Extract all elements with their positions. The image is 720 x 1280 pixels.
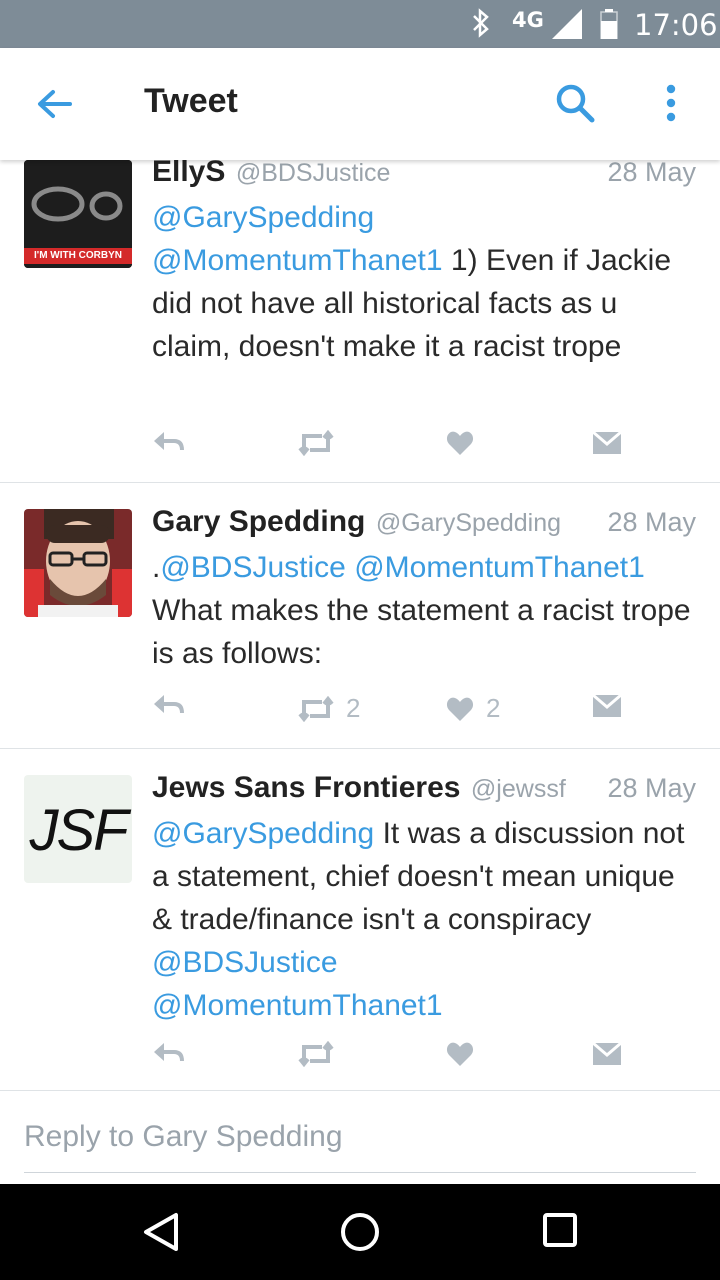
like-icon[interactable]: 2 — [446, 693, 500, 724]
tweet-header: Gary Spedding @GarySpedding 28 May — [152, 505, 696, 545]
more-options-icon[interactable] — [664, 82, 678, 129]
direct-message-icon[interactable] — [592, 430, 622, 456]
back-arrow-icon[interactable] — [34, 84, 74, 129]
avatar-logo-text: JSF — [29, 798, 128, 863]
tweet-actions: 2 2 — [152, 693, 672, 733]
avatar-caption: I'M WITH CORBYN — [34, 250, 122, 261]
like-count: 2 — [486, 693, 501, 723]
retweet-count: 2 — [346, 693, 361, 723]
search-icon[interactable] — [554, 82, 596, 129]
mention-link[interactable]: @GarySpedding — [152, 817, 374, 850]
home-nav-icon[interactable] — [340, 1212, 380, 1257]
retweet-icon[interactable] — [298, 1041, 346, 1067]
avatar[interactable]: JSF — [24, 775, 132, 883]
like-icon[interactable] — [446, 430, 486, 456]
tweet-date: 28 May — [607, 773, 696, 803]
clock: 17:06 — [634, 8, 718, 42]
bluetooth-icon — [470, 8, 492, 45]
avatar[interactable]: I'M WITH CORBYN — [24, 160, 132, 268]
tweet-actions — [152, 430, 672, 470]
tweet-text: @GarySpedding It was a discussion not a … — [152, 812, 702, 1027]
signal-icon — [550, 8, 584, 45]
network-type: 4G — [512, 8, 544, 32]
reply-icon[interactable] — [152, 1041, 184, 1065]
mention-link[interactable]: @MomentumThanet1 — [354, 551, 645, 584]
author-handle[interactable]: @jewssf — [471, 775, 566, 803]
back-nav-icon[interactable] — [142, 1212, 180, 1257]
tweet-date: 28 May — [607, 507, 696, 537]
page-title: Tweet — [144, 82, 238, 120]
recents-nav-icon[interactable] — [542, 1212, 578, 1253]
author-handle[interactable]: @BDSJustice — [236, 159, 391, 187]
reply-icon[interactable] — [152, 430, 184, 454]
mention-link[interactable]: @BDSJustice — [152, 946, 338, 979]
tweet[interactable]: I'M WITH CORBYN EllyS @BDSJustice 28 May… — [0, 150, 720, 483]
tweet-actions — [152, 1041, 672, 1081]
mention-link[interactable]: @BDSJustice — [160, 551, 346, 584]
tweet-header: EllyS @BDSJustice 28 May — [152, 155, 696, 195]
direct-message-icon[interactable] — [592, 1041, 622, 1067]
direct-message-icon[interactable] — [592, 693, 622, 719]
tweet-text: @GarySpedding @MomentumThanet1 1) Even if… — [152, 196, 702, 368]
mention-link[interactable]: @MomentumThanet1 — [152, 989, 443, 1022]
tweet-text: .@BDSJustice @MomentumThanet1 What makes … — [152, 546, 702, 675]
tweet-date: 28 May — [607, 157, 696, 187]
author-handle[interactable]: @GarySpedding — [376, 509, 561, 537]
like-icon[interactable] — [446, 1041, 486, 1067]
retweet-icon[interactable]: 2 — [298, 693, 360, 724]
author-name[interactable]: Gary Spedding — [152, 505, 365, 538]
status-bar: 4G 17:06 — [0, 0, 720, 48]
mention-link[interactable]: @MomentumThanet1 — [152, 244, 443, 277]
reply-input[interactable]: Reply to Gary Spedding — [24, 1120, 696, 1173]
retweet-icon[interactable] — [298, 430, 346, 456]
reply-placeholder: Reply to Gary Spedding — [24, 1120, 343, 1153]
app-bar: Tweet — [0, 48, 720, 160]
tweet-feed: I'M WITH CORBYN EllyS @BDSJustice 28 May… — [0, 150, 720, 1091]
battery-icon — [600, 9, 618, 44]
tweet[interactable]: JSF Jews Sans Frontieres @jewssf 28 May … — [0, 749, 720, 1091]
system-nav-bar — [0, 1184, 720, 1280]
author-name[interactable]: Jews Sans Frontieres — [152, 771, 460, 804]
reply-icon[interactable] — [152, 693, 184, 717]
tweet[interactable]: Gary Spedding @GarySpedding 28 May .@BDS… — [0, 483, 720, 749]
avatar[interactable] — [24, 509, 132, 617]
mention-link[interactable]: @GarySpedding — [152, 201, 374, 234]
tweet-header: Jews Sans Frontieres @jewssf 28 May — [152, 771, 696, 811]
tweet-body-text: What makes the statement a racist trope … — [152, 594, 691, 670]
